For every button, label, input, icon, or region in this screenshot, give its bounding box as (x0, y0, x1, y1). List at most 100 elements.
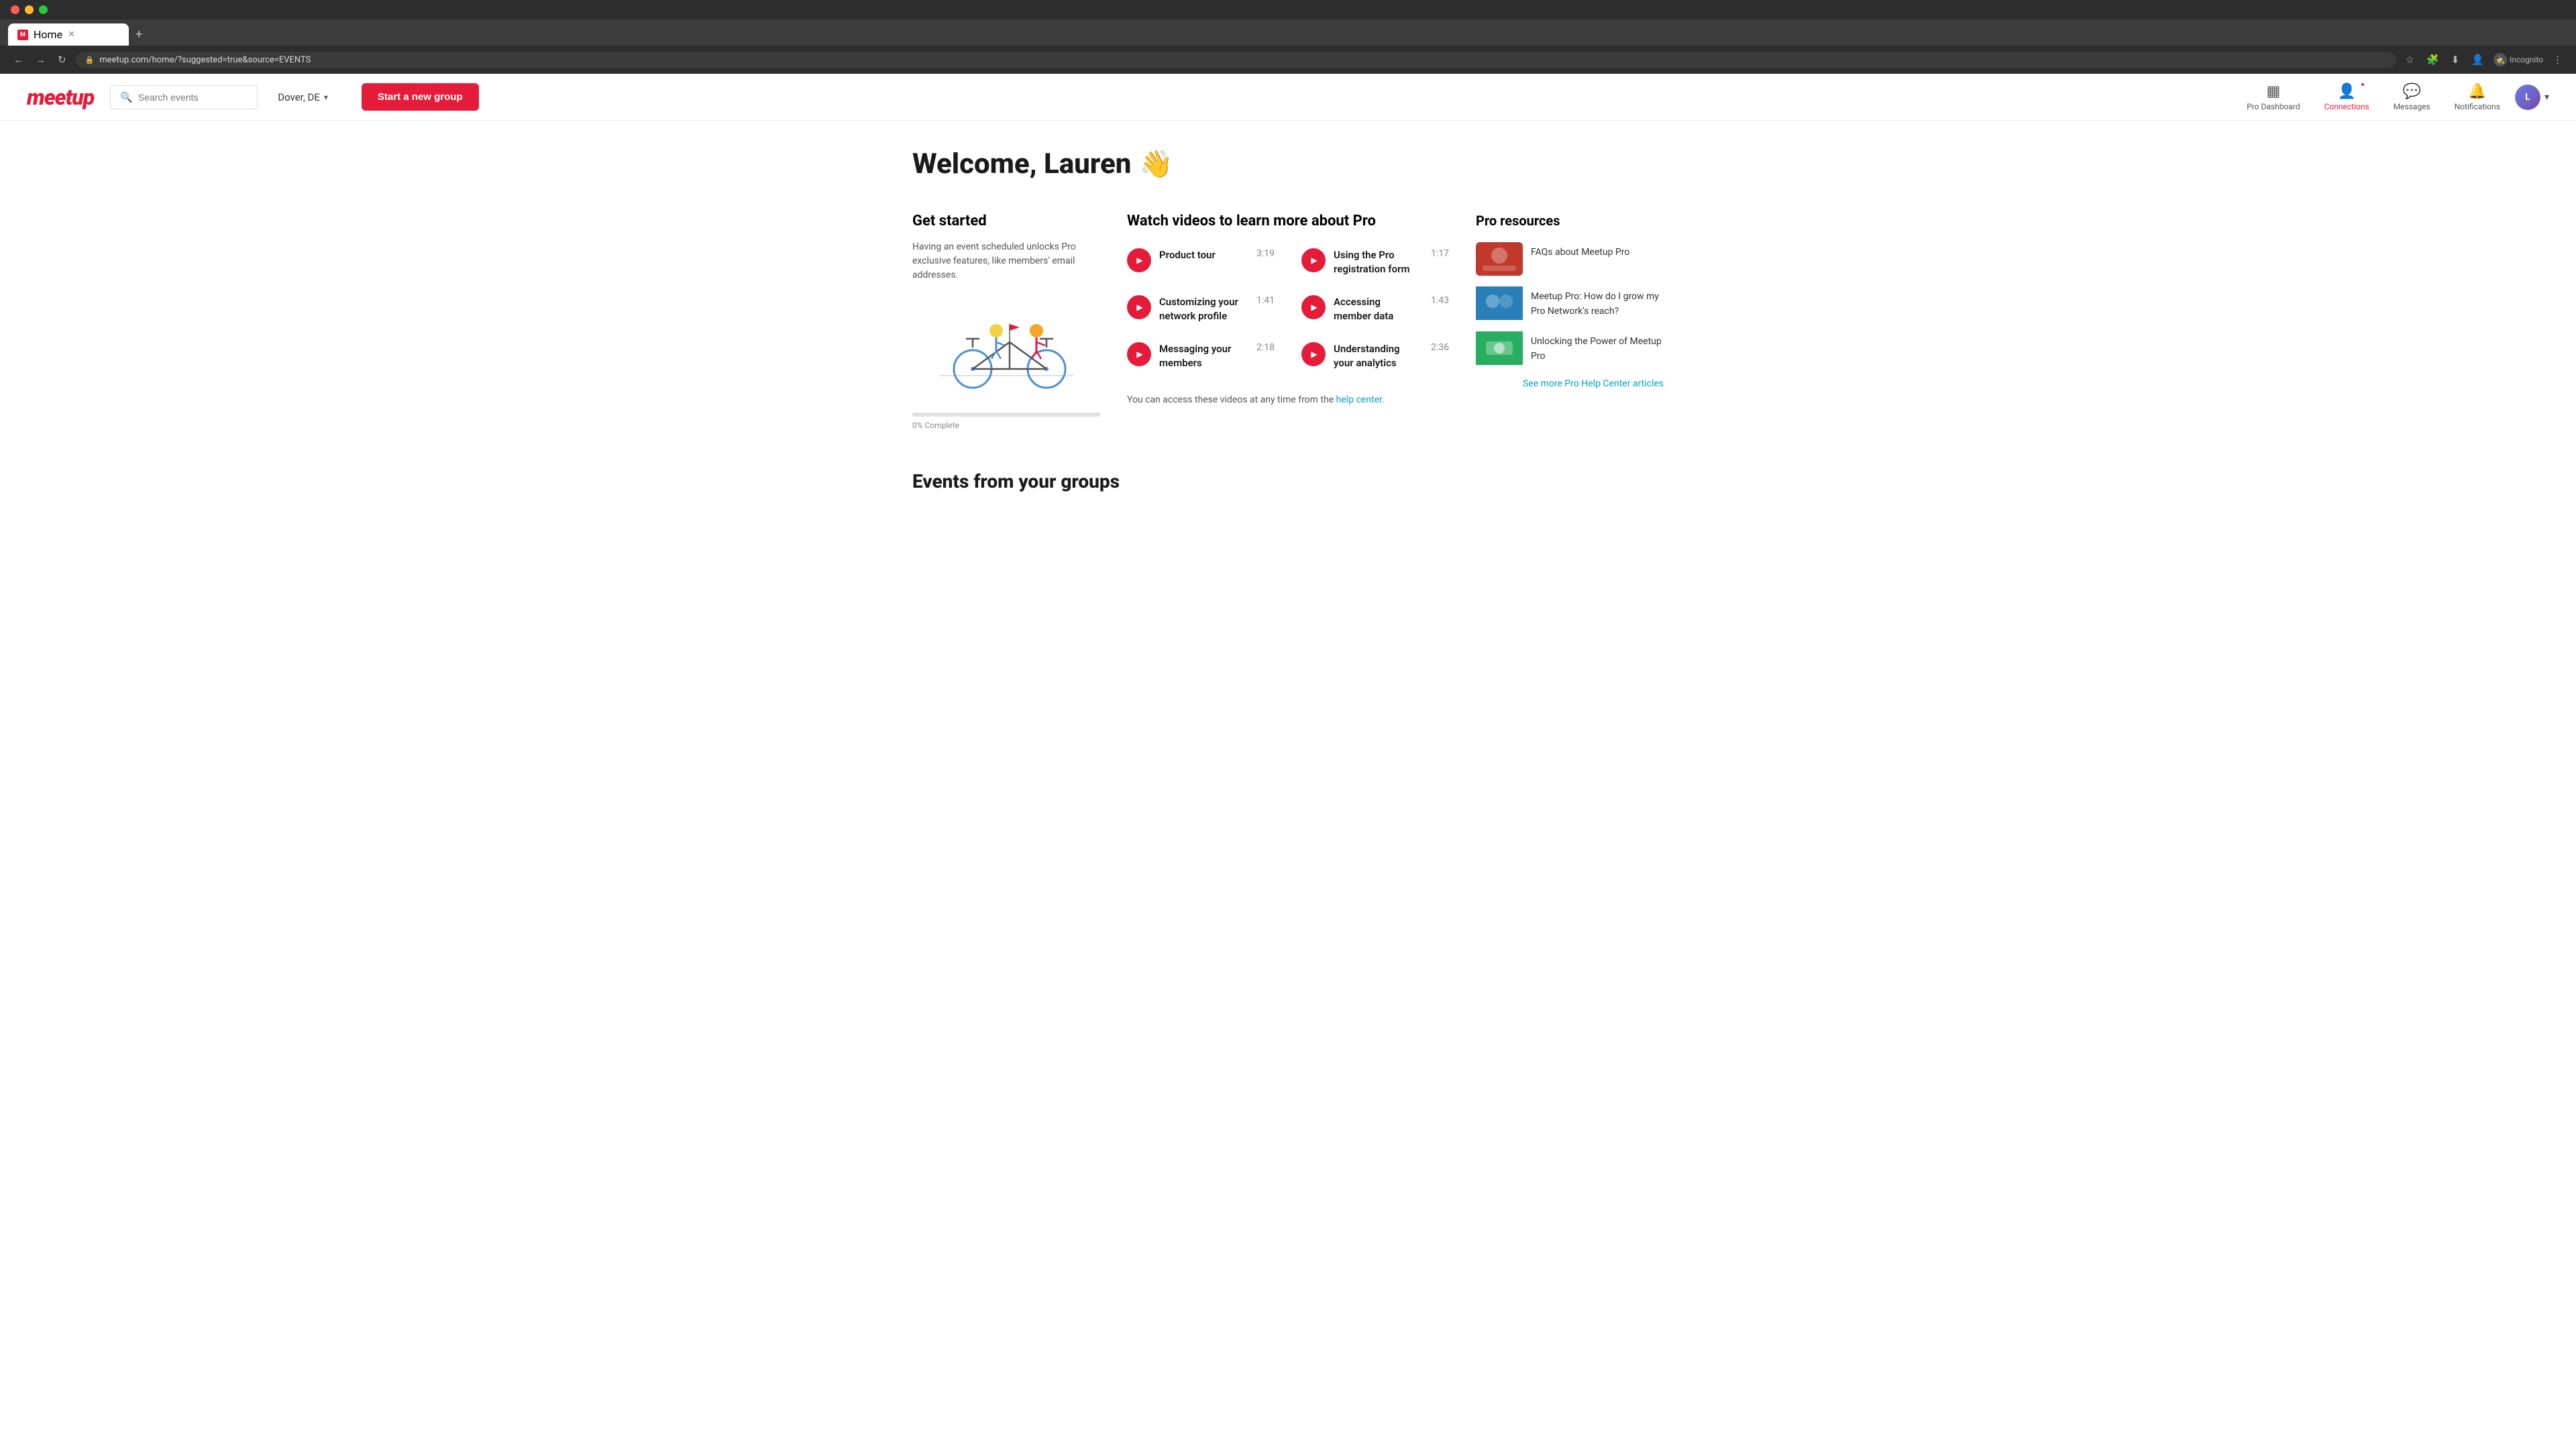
start-group-btn[interactable]: Start a new group (362, 83, 479, 111)
video-grid: Product tour 3:19 Using the Pro registra… (1127, 248, 1449, 373)
play-btn-3[interactable] (1127, 295, 1151, 319)
video-3-title: Customizing your network profile (1159, 295, 1243, 323)
nav-notifications[interactable]: 🔔 Notifications (2445, 78, 2510, 117)
incognito-icon: 🕵 (2493, 53, 2507, 66)
video-4-title: Accessing member data (1334, 295, 1417, 323)
get-started-panel: Get started Having an event scheduled un… (912, 213, 1100, 430)
extensions-btn[interactable]: 🧩 (2424, 51, 2442, 68)
video-3-duration: 1:41 (1248, 295, 1275, 306)
incognito-label: 🕵 Incognito (2493, 53, 2543, 66)
header-nav: ▦ Pro Dashboard 👤 Connections 💬 Messages… (2237, 78, 2549, 117)
progress-label: 0% Complete (912, 421, 1100, 430)
app-header: meetup 🔍 Dover, DE ▾ Start a new group ▦… (0, 74, 2576, 121)
tab-close-icon[interactable]: ✕ (68, 30, 75, 40)
resource-item-2[interactable]: Meetup Pro: How do I grow my Pro Network… (1476, 286, 1664, 321)
address-bar[interactable]: 🔒 meetup.com/home/?suggested=true&source… (76, 52, 2396, 68)
resource-title-1: FAQs about Meetup Pro (1531, 247, 1629, 258)
new-tab-btn[interactable]: + (129, 25, 149, 44)
main-content: Welcome, Lauren 👋 Get started Having an … (885, 121, 1690, 519)
play-btn-6[interactable] (1301, 342, 1326, 366)
video-1-title: Product tour (1159, 248, 1216, 262)
browser-tab[interactable]: M Home ✕ (8, 23, 129, 46)
location-chevron-icon: ▾ (324, 93, 328, 102)
video-6-inner: Understanding your analytics 2:36 (1334, 342, 1449, 373)
events-section: Events from your groups (912, 470, 1664, 492)
video-item[interactable]: Using the Pro registration form 1:17 (1301, 248, 1449, 279)
get-started-description: Having an event scheduled unlocks Pro ex… (912, 240, 1100, 282)
video-item[interactable]: Messaging your members 2:18 (1127, 342, 1275, 373)
help-center-link[interactable]: help center. (1336, 394, 1385, 405)
video-item[interactable]: Accessing member data 1:43 (1301, 295, 1449, 326)
back-btn[interactable]: ← (11, 52, 26, 68)
refresh-btn[interactable]: ↻ (55, 51, 69, 68)
bike-svg (932, 305, 1080, 392)
play-btn-2[interactable] (1301, 248, 1326, 272)
video-item[interactable]: Understanding your analytics 2:36 (1301, 342, 1449, 373)
search-bar[interactable]: 🔍 (110, 85, 258, 109)
window-controls (0, 0, 2576, 19)
resource-item-3[interactable]: Unlocking the Power of Meetup Pro (1476, 331, 1664, 366)
menu-btn[interactable]: ⋮ (2550, 51, 2565, 68)
window-min-btn[interactable] (25, 5, 34, 14)
pro-dashboard-icon: ▦ (2267, 83, 2281, 100)
window-close-btn[interactable] (11, 5, 19, 14)
video-item[interactable]: Customizing your network profile 1:41 (1127, 295, 1275, 326)
video-4-inner: Accessing member data 1:43 (1334, 295, 1449, 326)
resource-thumb-2 (1476, 286, 1523, 320)
welcome-heading: Welcome, Lauren 👋 (912, 148, 1664, 180)
nav-connections[interactable]: 👤 Connections (2315, 78, 2379, 117)
avatar-container[interactable]: L ▾ (2515, 85, 2549, 110)
play-btn-1[interactable] (1127, 248, 1151, 272)
profile-btn[interactable]: 👤 (2469, 51, 2487, 68)
browser-window: M Home ✕ + ← → ↻ 🔒 meetup.com/home/?sugg… (0, 0, 2576, 74)
nav-pro-dashboard[interactable]: ▦ Pro Dashboard (2237, 78, 2309, 117)
tab-bar: M Home ✕ + (0, 19, 2576, 46)
resource-thumb-1 (1476, 242, 1523, 276)
download-btn[interactable]: ⬇ (2449, 51, 2463, 68)
logo[interactable]: meetup (27, 85, 94, 110)
nav-messages[interactable]: 💬 Messages (2384, 78, 2440, 117)
messages-icon: 💬 (2403, 83, 2421, 100)
video-5-inner: Messaging your members 2:18 (1159, 342, 1275, 373)
see-more-link[interactable]: See more Pro Help Center articles (1476, 376, 1664, 391)
play-btn-5[interactable] (1127, 342, 1151, 366)
bike-illustration (912, 299, 1100, 402)
url-text: meetup.com/home/?suggested=true&source=E… (99, 55, 311, 65)
video-6-duration: 2:36 (1423, 342, 1449, 353)
video-5-title: Messaging your members (1159, 342, 1243, 370)
avatar-chevron-icon: ▾ (2544, 92, 2549, 103)
location-display[interactable]: Dover, DE ▾ (278, 91, 328, 103)
content-grid: Get started Having an event scheduled un… (912, 213, 1664, 430)
videos-title: Watch videos to learn more about Pro (1127, 213, 1449, 229)
resource-title-2: Meetup Pro: How do I grow my Pro Network… (1531, 291, 1659, 317)
video-5-duration: 2:18 (1248, 342, 1275, 353)
progress-bar (912, 413, 1100, 417)
resource-info-3: Unlocking the Power of Meetup Pro (1531, 331, 1664, 366)
resource-thumb-3 (1476, 331, 1523, 365)
progress-bar-container: 0% Complete (912, 413, 1100, 430)
video-item[interactable]: Product tour 3:19 (1127, 248, 1275, 279)
bookmark-btn[interactable]: ☆ (2403, 51, 2417, 68)
wave-emoji: 👋 (1139, 148, 1173, 180)
forward-btn[interactable]: → (33, 52, 48, 68)
resource-item-1[interactable]: FAQs about Meetup Pro (1476, 242, 1664, 276)
pro-resources-title: Pro resources (1476, 213, 1664, 229)
search-input[interactable] (138, 92, 248, 103)
play-btn-4[interactable] (1301, 295, 1326, 319)
browser-toolbar: ← → ↻ 🔒 meetup.com/home/?suggested=true&… (0, 46, 2576, 74)
lock-icon: 🔒 (85, 56, 95, 64)
location-text: Dover, DE (278, 91, 320, 103)
user-avatar: L (2515, 85, 2540, 110)
window-max-btn[interactable] (39, 5, 48, 14)
pro-resources-panel: Pro resources FAQs about Meetup Pro Meet… (1476, 213, 1664, 430)
events-section-title: Events from your groups (912, 470, 1664, 492)
video-6-title: Understanding your analytics (1334, 342, 1417, 370)
resource-info-2: Meetup Pro: How do I grow my Pro Network… (1531, 286, 1664, 321)
videos-panel: Watch videos to learn more about Pro Pro… (1127, 213, 1449, 430)
video-3-inner: Customizing your network profile 1:41 (1159, 295, 1275, 326)
tab-title: Home (34, 28, 62, 41)
tab-favicon: M (17, 30, 28, 40)
video-2-duration: 1:17 (1423, 248, 1449, 259)
help-center-text: You can access these videos at any time … (1127, 394, 1449, 405)
resource-title-3: Unlocking the Power of Meetup Pro (1531, 336, 1662, 362)
